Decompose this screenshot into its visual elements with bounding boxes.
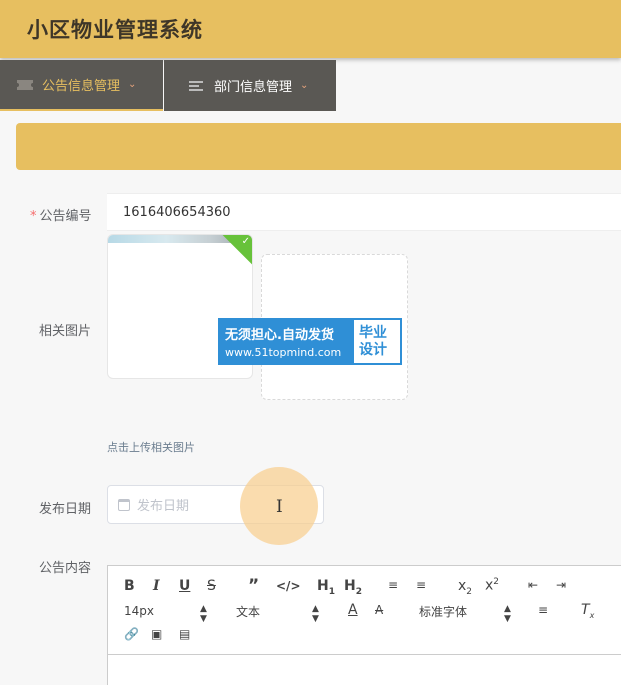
image-icon[interactable]: ▣ bbox=[151, 627, 162, 641]
chevron-down-icon: ⌄ bbox=[300, 80, 309, 91]
list-icon bbox=[189, 80, 203, 91]
clean-format-icon[interactable]: Tx bbox=[581, 602, 594, 620]
upload-hint: 点击上传相关图片 bbox=[107, 441, 195, 454]
outdent-icon[interactable]: ⇤ bbox=[528, 578, 538, 592]
content-label: 公告内容 bbox=[39, 561, 92, 576]
select-arrows-icon: ▲ ▼ bbox=[200, 604, 207, 624]
header-select[interactable]: 文本 bbox=[236, 603, 260, 620]
app-header: 小区物业管理系统 bbox=[0, 0, 621, 58]
app-title: 小区物业管理系统 bbox=[27, 18, 203, 42]
font-color-icon[interactable]: A bbox=[348, 602, 358, 618]
ticket-icon bbox=[17, 79, 33, 90]
top-nav: 公告信息管理 ⌄ 部门信息管理 ⌄ bbox=[0, 60, 336, 111]
number-input[interactable]: 1616406654360 bbox=[107, 193, 621, 231]
watermark-right2: 设计 bbox=[359, 341, 387, 358]
date-placeholder: 发布日期 bbox=[137, 499, 190, 514]
chevron-down-icon: ⌄ bbox=[128, 79, 137, 90]
number-value: 1616406654360 bbox=[123, 204, 231, 220]
font-size-select[interactable]: 14px bbox=[124, 604, 154, 618]
blockquote-icon[interactable]: ” bbox=[248, 576, 259, 596]
bullet-list-icon[interactable]: ≡ bbox=[416, 578, 426, 592]
calendar-icon bbox=[118, 498, 130, 511]
nav-label-announcements: 公告信息管理 bbox=[42, 79, 121, 94]
watermark-right1: 毕业 bbox=[359, 324, 387, 341]
watermark: 无须担心.自动发货 www.51topmind.com 毕业 设计 bbox=[218, 318, 402, 365]
font-family-select[interactable]: 标准字体 bbox=[419, 603, 467, 620]
select-arrows-icon: ▲ ▼ bbox=[504, 604, 511, 624]
nav-item-announcements[interactable]: 公告信息管理 ⌄ bbox=[0, 60, 163, 111]
check-icon: ✓ bbox=[241, 236, 250, 247]
video-icon[interactable]: ▤ bbox=[179, 627, 190, 641]
h1-button[interactable]: H1 bbox=[317, 578, 335, 597]
strike-button[interactable]: S bbox=[207, 578, 216, 594]
h2-button[interactable]: H2 bbox=[344, 578, 362, 597]
ordered-list-icon[interactable]: ≡ bbox=[388, 578, 398, 592]
subscript-button[interactable]: x2 bbox=[458, 578, 472, 597]
page-banner bbox=[16, 123, 621, 170]
italic-button[interactable]: I bbox=[153, 578, 160, 594]
watermark-line2: www.51topmind.com bbox=[225, 346, 342, 359]
editor-toolbar: B I U S ” </> H1 H2 ≡ ≡ x2 x2 ⇤ ⇥ 14px ▲… bbox=[108, 566, 621, 655]
watermark-line1: 无须担心.自动发货 bbox=[225, 328, 334, 343]
code-block-icon[interactable]: </> bbox=[276, 579, 301, 593]
superscript-button[interactable]: x2 bbox=[485, 577, 499, 594]
background-color-icon[interactable]: A bbox=[375, 603, 383, 617]
number-label: * 公告编号 bbox=[30, 209, 92, 224]
text-cursor-icon: I bbox=[276, 497, 283, 517]
align-icon[interactable]: ≡ bbox=[538, 603, 548, 617]
select-arrows-icon: ▲ ▼ bbox=[312, 604, 319, 624]
indent-icon[interactable]: ⇥ bbox=[556, 578, 566, 592]
nav-label-departments: 部门信息管理 bbox=[214, 80, 293, 95]
nav-item-departments[interactable]: 部门信息管理 ⌄ bbox=[164, 60, 336, 111]
rich-text-editor[interactable]: B I U S ” </> H1 H2 ≡ ≡ x2 x2 ⇤ ⇥ 14px ▲… bbox=[107, 565, 621, 685]
link-icon[interactable]: 🔗 bbox=[124, 627, 139, 641]
underline-button[interactable]: U bbox=[179, 578, 190, 594]
image-label: 相关图片 bbox=[39, 324, 92, 339]
date-label: 发布日期 bbox=[39, 502, 92, 517]
bold-button[interactable]: B bbox=[124, 578, 135, 594]
